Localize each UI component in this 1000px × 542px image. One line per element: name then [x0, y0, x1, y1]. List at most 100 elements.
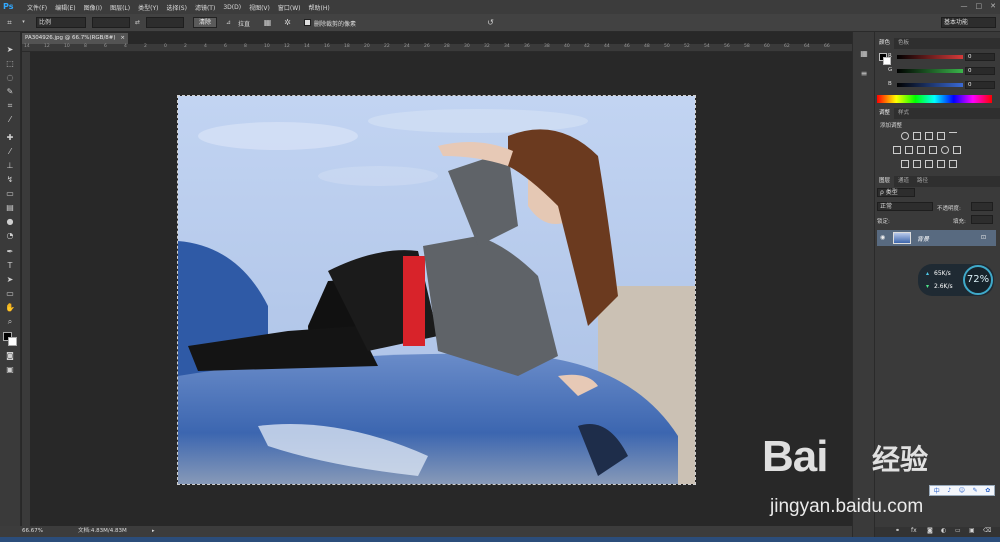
workspace-select[interactable]: 基本功能	[941, 17, 996, 28]
menu-layer[interactable]: 图层(L)	[110, 3, 130, 12]
blur-tool-icon[interactable]: ●	[4, 216, 16, 227]
channel-g-slider[interactable]	[897, 69, 963, 73]
adjustment-layer-icon[interactable]: ◐	[941, 527, 946, 534]
color-lookup-icon[interactable]	[953, 146, 961, 154]
marquee-tool-icon[interactable]: ⬚	[4, 58, 16, 69]
chevron-down-icon[interactable]: ▾	[18, 17, 29, 28]
layer-mask-icon[interactable]: ◙	[927, 527, 933, 534]
levels-icon[interactable]	[913, 132, 921, 140]
photo-filter-icon[interactable]	[929, 146, 937, 154]
ime-punct-icon[interactable]: ♪	[947, 487, 951, 494]
type-tool-icon[interactable]: T	[4, 260, 16, 271]
crop-tool-icon[interactable]: ⌗	[4, 100, 16, 111]
channel-r-slider[interactable]	[897, 55, 963, 59]
straighten-icon[interactable]: ⊿	[223, 17, 234, 28]
layer-style-icon[interactable]: fx	[911, 527, 917, 534]
pen-tool-icon[interactable]: ✒	[4, 246, 16, 257]
overlay-grid-icon[interactable]: ▦	[262, 17, 273, 28]
channel-g-input[interactable]: 0	[965, 67, 995, 75]
swap-icon[interactable]: ⇄	[132, 17, 143, 28]
black-white-icon[interactable]	[917, 146, 925, 154]
menu-window[interactable]: 窗口(W)	[278, 3, 301, 12]
delete-cropped-checkbox[interactable]	[304, 19, 311, 26]
gradient-map-icon[interactable]	[937, 160, 945, 168]
gradient-tool-icon[interactable]: ▤	[4, 202, 16, 213]
menu-help[interactable]: 帮助(H)	[309, 3, 330, 12]
network-speed-widget[interactable]: ▴ 65K/s ▾ 2.6K/s 72%	[918, 264, 994, 296]
screen-mode-icon[interactable]: ▣	[4, 364, 16, 375]
crop-tool-icon[interactable]: ⌗	[4, 17, 15, 28]
brightness-icon[interactable]	[901, 132, 909, 140]
menu-view[interactable]: 视图(V)	[249, 3, 270, 12]
ratio-width-input[interactable]	[92, 17, 130, 28]
threshold-icon[interactable]	[925, 160, 933, 168]
exposure-icon[interactable]	[937, 132, 945, 140]
background-color-swatch[interactable]	[8, 337, 17, 346]
menu-type[interactable]: 类型(Y)	[138, 3, 158, 12]
canvas-area[interactable]	[30, 52, 852, 526]
new-layer-icon[interactable]: ▣	[969, 527, 975, 534]
layer-row-background[interactable]: ◉ 背景 ⊡	[877, 230, 996, 246]
properties-panel-icon[interactable]: ≡	[858, 68, 870, 79]
ratio-height-input[interactable]	[146, 17, 184, 28]
brush-tool-icon[interactable]: ⁄	[4, 146, 16, 157]
move-tool-icon[interactable]: ➤	[4, 44, 16, 55]
zoom-level[interactable]: 66.67%	[22, 526, 43, 537]
close-icon[interactable]: ×	[120, 33, 125, 44]
link-layers-icon[interactable]: ⚭	[895, 527, 900, 534]
healing-tool-icon[interactable]: ✚	[4, 132, 16, 143]
channel-mixer-icon[interactable]	[941, 146, 949, 154]
menu-edit[interactable]: 编辑(E)	[55, 3, 75, 12]
tab-adjustments[interactable]: 调整	[875, 108, 895, 119]
shape-tool-icon[interactable]: ▭	[4, 288, 16, 299]
channel-b-slider[interactable]	[897, 83, 963, 87]
eraser-tool-icon[interactable]: ▭	[4, 188, 16, 199]
menu-filter[interactable]: 滤镜(T)	[195, 3, 215, 12]
path-select-tool-icon[interactable]: ➤	[4, 274, 16, 285]
quick-select-tool-icon[interactable]: ✎	[4, 86, 16, 97]
straighten-label[interactable]: 拉直	[238, 19, 250, 28]
menu-select[interactable]: 选择(S)	[166, 3, 187, 12]
menu-image[interactable]: 图像(I)	[84, 3, 102, 12]
history-brush-tool-icon[interactable]: ↯	[4, 174, 16, 185]
ime-skin-icon[interactable]: ✿	[985, 487, 990, 494]
selective-color-icon[interactable]	[949, 160, 957, 168]
tab-paths[interactable]: 路径	[913, 176, 932, 187]
channel-b-input[interactable]: 0	[965, 81, 995, 89]
document-image[interactable]	[177, 95, 696, 485]
layer-kind-filter[interactable]: ρ 类型	[877, 188, 915, 197]
curves-icon[interactable]	[925, 132, 933, 140]
invert-icon[interactable]	[901, 160, 909, 168]
ime-emoji-icon[interactable]: ☺	[959, 487, 965, 494]
posterize-icon[interactable]	[913, 160, 921, 168]
channel-r-input[interactable]: 0	[965, 53, 995, 61]
zoom-tool-icon[interactable]: ⌕	[4, 316, 16, 327]
fill-input[interactable]	[971, 215, 993, 224]
menu-3d[interactable]: 3D(D)	[223, 4, 241, 11]
hand-tool-icon[interactable]: ✋	[4, 302, 16, 313]
tab-swatches[interactable]: 色板	[894, 38, 913, 49]
ratio-select[interactable]: 比例	[36, 17, 86, 28]
chevron-right-icon[interactable]: ▸	[152, 526, 155, 537]
tab-channels[interactable]: 通道	[894, 176, 913, 187]
vibrance-icon[interactable]	[949, 132, 957, 140]
hue-saturation-icon[interactable]	[893, 146, 901, 154]
color-balance-icon[interactable]	[905, 146, 913, 154]
trash-icon[interactable]: ⌫	[983, 527, 991, 534]
maximize-button[interactable]: □	[976, 2, 983, 10]
lasso-tool-icon[interactable]: ◌	[4, 72, 16, 83]
color-spectrum[interactable]	[877, 95, 992, 103]
tab-styles[interactable]: 样式	[894, 108, 913, 119]
menu-file[interactable]: 文件(F)	[27, 3, 47, 12]
clear-button[interactable]: 清除	[193, 17, 217, 28]
reset-icon[interactable]: ↺	[485, 17, 496, 28]
eye-icon[interactable]: ◉	[880, 234, 885, 241]
history-panel-icon[interactable]: ▦	[858, 48, 870, 59]
tab-color[interactable]: 颜色	[875, 38, 895, 49]
minimize-button[interactable]: —	[961, 2, 968, 10]
tab-layers[interactable]: 图层	[875, 176, 895, 187]
opacity-input[interactable]	[971, 202, 993, 211]
gear-icon[interactable]: ✲	[282, 17, 293, 28]
ime-handwrite-icon[interactable]: ✎	[973, 487, 978, 494]
close-button[interactable]: ✕	[990, 2, 996, 10]
